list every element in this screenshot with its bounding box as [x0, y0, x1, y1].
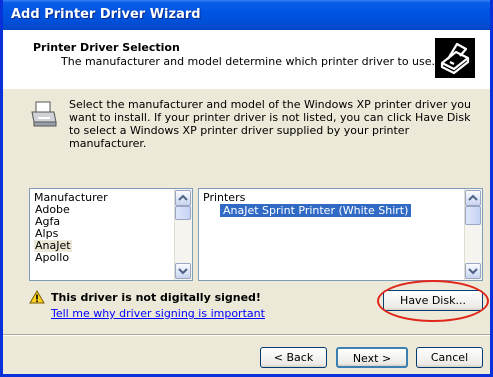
highlight-ellipse — [377, 280, 489, 322]
signing-info-link[interactable]: Tell me why driver signing is important — [51, 307, 265, 320]
wizard-header: Printer Driver Selection The manufacture… — [3, 30, 490, 89]
printers-header: Printers — [203, 191, 246, 204]
warning-icon — [29, 290, 45, 304]
wizard-window: Add Printer Driver Wizard Printer Driver… — [0, 0, 493, 377]
scroll-thumb[interactable] — [175, 206, 191, 220]
cancel-button[interactable]: Cancel — [416, 347, 483, 368]
printers-listbox[interactable]: Printers AnaJet Sprint Printer (White Sh… — [198, 188, 483, 281]
chevron-up-icon — [468, 194, 478, 201]
printer-icon — [29, 100, 59, 130]
manufacturer-listbox[interactable]: Manufacturer Adobe Agfa Alps AnaJet Apol… — [29, 188, 193, 281]
signing-warning: This driver is not digitally signed! — [51, 291, 261, 304]
manufacturer-scrollbar[interactable] — [174, 189, 192, 280]
cancel-label: Cancel — [430, 351, 469, 364]
back-button[interactable]: < Back — [260, 347, 327, 368]
chevron-down-icon — [178, 268, 188, 275]
scroll-thumb[interactable] — [465, 206, 481, 225]
header-title: Printer Driver Selection — [33, 41, 180, 54]
manufacturer-items: Adobe Agfa Alps AnaJet Apollo — [34, 204, 72, 264]
scroll-down-button[interactable] — [465, 263, 481, 279]
instructions-text: Select the manufacturer and model of the… — [69, 98, 471, 150]
printer-wizard-icon — [435, 38, 475, 78]
scroll-up-button[interactable] — [175, 190, 191, 206]
printers-scrollbar[interactable] — [464, 189, 482, 280]
header-separator — [3, 88, 490, 89]
chevron-down-icon — [468, 268, 478, 275]
back-label: < Back — [273, 351, 314, 364]
printer-item-selected[interactable]: AnaJet Sprint Printer (White Shirt) — [220, 204, 412, 217]
title-bar[interactable]: Add Printer Driver Wizard — [3, 0, 490, 30]
manufacturer-item[interactable]: Apollo — [34, 252, 72, 264]
next-button[interactable]: Next > — [336, 347, 408, 368]
footer-separator-highlight — [3, 335, 490, 336]
scroll-down-button[interactable] — [175, 263, 191, 279]
header-subtitle: The manufacturer and model determine whi… — [61, 55, 436, 68]
scroll-up-button[interactable] — [465, 190, 481, 206]
window-title: Add Printer Driver Wizard — [11, 7, 201, 22]
next-label: Next > — [352, 352, 392, 365]
chevron-up-icon — [178, 194, 188, 201]
